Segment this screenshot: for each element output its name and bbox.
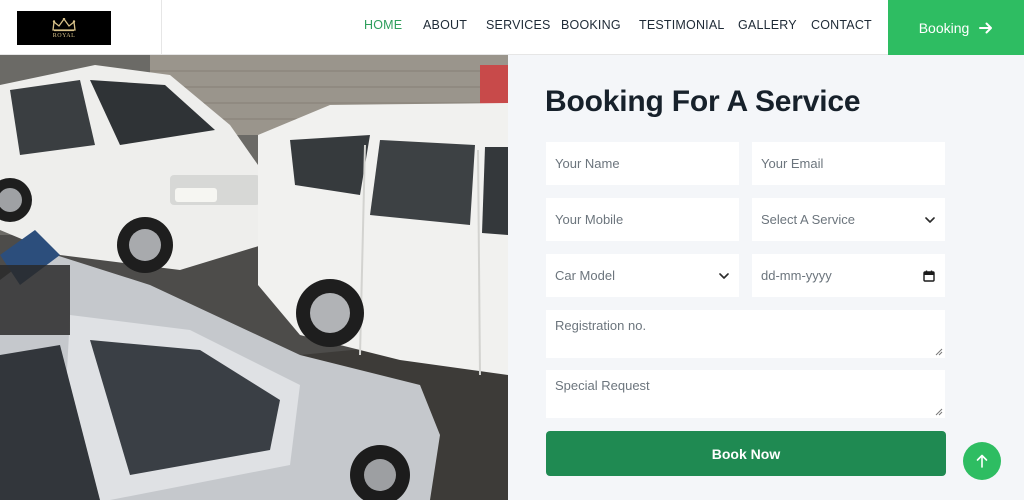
car-model-select[interactable]: Car Model [546, 254, 739, 297]
date-field[interactable]: dd-mm-yyyy [752, 254, 945, 297]
registration-placeholder: Registration no. [555, 318, 647, 333]
mobile-field[interactable]: Your Mobile [546, 198, 739, 241]
email-placeholder: Your Email [761, 156, 824, 171]
arrow-right-icon [979, 22, 993, 33]
booking-form-panel: Booking For A Service Your Name Your Ema… [508, 55, 1024, 500]
calendar-icon[interactable] [923, 270, 935, 282]
name-placeholder: Your Name [555, 156, 620, 171]
nav-testimonial[interactable]: TESTIMONIAL [639, 18, 725, 32]
special-request-placeholder: Special Request [555, 378, 650, 393]
resize-grip-icon[interactable] [935, 348, 943, 356]
resize-grip-icon[interactable] [935, 408, 943, 416]
car-model-select-value: Car Model [555, 268, 615, 283]
nav-gallery[interactable]: GALLERY [738, 18, 797, 32]
special-request-textarea[interactable]: Special Request [546, 370, 945, 418]
arrow-up-icon [976, 454, 988, 468]
nav-booking[interactable]: BOOKING [561, 18, 621, 32]
crown-icon [52, 17, 76, 31]
top-navbar: ROYAL HOME ABOUT SERVICES BOOKING TESTIM… [0, 0, 1024, 55]
registration-textarea[interactable]: Registration no. [546, 310, 945, 358]
logo-text: ROYAL [52, 32, 76, 39]
chevron-down-icon [719, 272, 729, 279]
service-select-value: Select A Service [761, 212, 855, 227]
date-placeholder: dd-mm-yyyy [761, 268, 832, 283]
email-field[interactable]: Your Email [752, 142, 945, 185]
mobile-placeholder: Your Mobile [555, 212, 624, 227]
name-field[interactable]: Your Name [546, 142, 739, 185]
scroll-to-top-button[interactable] [963, 442, 1001, 480]
form-title: Booking For A Service [545, 85, 861, 118]
nav-about[interactable]: ABOUT [423, 18, 467, 32]
nav-home[interactable]: HOME [364, 18, 402, 32]
booking-cta-label: Booking [918, 19, 970, 36]
book-now-label: Book Now [711, 445, 781, 462]
nav-contact[interactable]: CONTACT [811, 18, 872, 32]
booking-cta-button[interactable]: Booking [888, 0, 1024, 55]
service-select[interactable]: Select A Service [752, 198, 945, 241]
brand-area: ROYAL [0, 0, 162, 55]
hero-car-photo [0, 55, 508, 500]
chevron-down-icon [925, 216, 935, 223]
brand-logo[interactable]: ROYAL [17, 11, 111, 45]
nav-services[interactable]: SERVICES [486, 18, 551, 32]
book-now-button[interactable]: Book Now [546, 431, 946, 476]
